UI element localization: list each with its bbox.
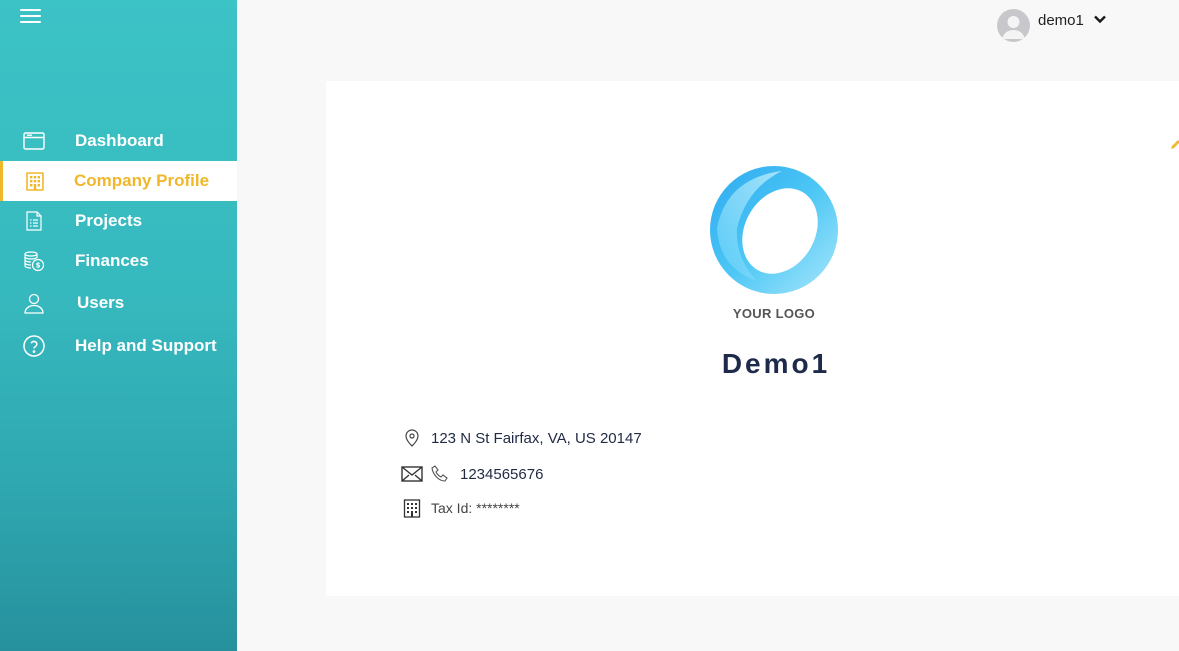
avatar [997,9,1030,42]
phone-text: 1234565676 [460,465,544,483]
edit-icon[interactable] [1169,138,1179,152]
company-logo [710,166,838,294]
company-name: Demo1 [721,348,831,379]
chevron-down-icon[interactable] [1094,15,1106,24]
sidebar-item-company-profile[interactable]: Company Profile [0,161,237,201]
phone-icon [430,464,452,484]
address-text: 123 N St Fairfax, VA, US 20147 [431,429,642,447]
dashboard-icon [23,132,45,150]
help-icon [23,335,45,357]
sidebar-item-dashboard[interactable]: Dashboard [0,121,237,161]
user-icon [24,293,44,314]
sidebar-item-label: Users [77,293,125,312]
contact-row: 1234565676 [401,464,543,484]
svg-text:$: $ [36,262,41,270]
company-profile-card: YOUR LOGO Demo1 123 N St Fairfax, VA, US… [326,81,1179,596]
sidebar-item-users[interactable]: Users [0,281,237,325]
building-icon [26,172,44,191]
sidebar-item-finances[interactable]: $ Finances [0,241,237,281]
tax-id-row: Tax Id: ******** [401,498,520,518]
menu-icon[interactable] [20,9,41,25]
sidebar-item-help[interactable]: Help and Support [0,325,237,367]
sidebar-item-label: Help and Support [75,336,217,355]
location-pin-icon [401,428,423,448]
sidebar-item-projects[interactable]: Projects [0,201,237,241]
address-row: 123 N St Fairfax, VA, US 20147 [401,428,642,448]
sidebar-item-label: Company Profile [74,171,210,190]
building-icon [401,498,423,518]
tax-id-text: Tax Id: ******** [431,500,520,516]
coins-icon: $ [24,251,45,272]
document-icon [26,211,42,231]
sidebar-item-label: Projects [75,211,143,230]
sidebar-item-label: Finances [75,251,149,270]
user-menu[interactable]: demo1 [997,9,1106,43]
sidebar-item-label: Dashboard [75,131,164,150]
sidebar-nav: Dashboard Company Profile Projects $ Fin… [0,121,237,367]
logo-text: YOUR LOGO [732,306,816,321]
username: demo1 [1038,12,1084,29]
email-icon[interactable] [401,464,423,484]
sidebar: Dashboard Company Profile Projects $ Fin… [0,0,237,651]
